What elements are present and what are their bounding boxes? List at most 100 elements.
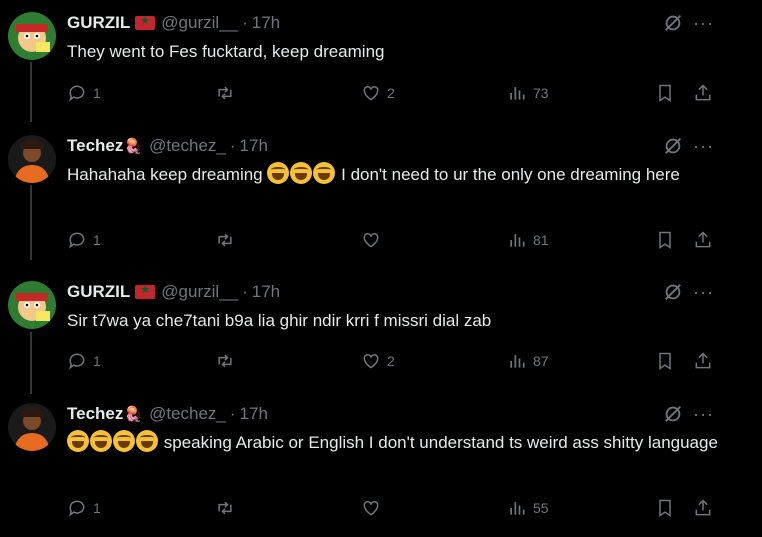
- share-button[interactable]: [693, 82, 713, 104]
- display-name[interactable]: Techez: [67, 136, 123, 156]
- handle[interactable]: @techez_: [149, 404, 226, 424]
- heart-icon: [363, 353, 379, 369]
- grok-icon[interactable]: [662, 135, 684, 157]
- grok-icon[interactable]: [662, 12, 684, 34]
- display-name[interactable]: Techez: [67, 404, 123, 424]
- avatar[interactable]: [8, 12, 56, 60]
- reply-count: 1: [93, 353, 101, 369]
- views-icon: [510, 87, 525, 100]
- share-icon: [695, 352, 711, 369]
- views-button[interactable]: 73: [507, 82, 549, 104]
- handle[interactable]: @techez_: [149, 136, 226, 156]
- timestamp[interactable]: 17h: [240, 136, 268, 156]
- timestamp[interactable]: 17h: [252, 282, 280, 302]
- tweet[interactable]: Techez 🪼 @techez_ · 17h ··· speaking Ara…: [0, 403, 762, 528]
- like-count: 2: [387, 353, 395, 369]
- views-icon: [510, 355, 525, 368]
- tweet-text-prefix: Hahahaha keep dreaming: [67, 165, 263, 184]
- share-button[interactable]: [693, 229, 713, 251]
- tweet-text: speaking Arabic or English I don't under…: [163, 433, 718, 452]
- reply-button[interactable]: 1: [67, 497, 101, 519]
- tweet[interactable]: GURZIL @gurzil__ · 17h ··· They went to …: [0, 12, 762, 112]
- reply-icon: [69, 85, 85, 102]
- like-button[interactable]: 2: [361, 82, 395, 104]
- reply-count: 1: [93, 500, 101, 516]
- heart-icon: [363, 232, 379, 248]
- laughing-emoji-icon: [290, 162, 313, 184]
- like-button[interactable]: [361, 497, 387, 519]
- tweet-text: I don't need to ur the only one dreaming…: [341, 165, 680, 184]
- avatar-cartoon-icon: [8, 12, 56, 60]
- avatar-footballer-icon: [8, 135, 56, 183]
- morocco-flag-icon: [135, 283, 156, 299]
- views-button[interactable]: 87: [507, 350, 549, 372]
- laughing-emoji-icon: [90, 430, 112, 452]
- separator-dot: ·: [242, 282, 248, 301]
- avatar-cartoon-icon: [8, 281, 56, 329]
- reply-count: 1: [93, 232, 101, 248]
- reply-icon: [69, 353, 85, 370]
- bookmark-button[interactable]: [655, 497, 675, 519]
- tweet-text: Sir t7wa ya che7tani b9a lia ghir ndir k…: [67, 311, 492, 330]
- bookmark-icon: [659, 352, 671, 370]
- morocco-flag-icon: [135, 14, 156, 30]
- more-options-icon[interactable]: ···: [693, 404, 714, 425]
- share-icon: [695, 499, 711, 516]
- bookmark-icon: [659, 499, 671, 517]
- tweet[interactable]: GURZIL @gurzil__ · 17h ··· Sir t7wa ya c…: [0, 281, 762, 381]
- like-button[interactable]: [361, 229, 387, 251]
- repost-icon: [218, 354, 232, 368]
- views-icon: [510, 502, 525, 515]
- repost-icon: [218, 233, 232, 247]
- reply-button[interactable]: 1: [67, 82, 101, 104]
- like-button[interactable]: 2: [361, 350, 395, 372]
- reply-button[interactable]: 1: [67, 350, 101, 372]
- share-icon: [695, 84, 711, 101]
- avatar[interactable]: [8, 403, 56, 451]
- more-options-icon[interactable]: ···: [693, 282, 714, 303]
- avatar[interactable]: [8, 281, 56, 329]
- repost-button[interactable]: [215, 229, 241, 251]
- views-button[interactable]: 55: [507, 497, 549, 519]
- repost-button[interactable]: [215, 497, 241, 519]
- jellyfish-icon: 🪼: [124, 138, 144, 155]
- timestamp[interactable]: 17h: [252, 13, 280, 33]
- repost-icon: [218, 86, 232, 100]
- handle[interactable]: @gurzil__: [161, 282, 238, 302]
- bookmark-button[interactable]: [655, 229, 675, 251]
- laughing-emoji-icon: [113, 430, 135, 452]
- reply-button[interactable]: 1: [67, 229, 101, 251]
- bookmark-button[interactable]: [655, 350, 675, 372]
- views-button[interactable]: 81: [507, 229, 549, 251]
- more-options-icon[interactable]: ···: [693, 13, 714, 34]
- repost-button[interactable]: [215, 82, 241, 104]
- views-icon: [510, 234, 525, 247]
- grok-icon[interactable]: [662, 281, 684, 303]
- separator-dot: ·: [229, 136, 236, 155]
- bookmark-button[interactable]: [655, 82, 675, 104]
- separator-dot: ·: [242, 13, 248, 32]
- separator-dot: ·: [229, 404, 236, 423]
- heart-icon: [363, 85, 379, 101]
- view-count: 81: [533, 232, 549, 248]
- display-name[interactable]: GURZIL: [67, 282, 130, 302]
- tweet-text-container: Hahahaha keep dreaming I don't need to u…: [67, 162, 727, 188]
- bookmark-icon: [659, 231, 671, 249]
- share-button[interactable]: [693, 497, 713, 519]
- timestamp[interactable]: 17h: [240, 404, 268, 424]
- laughing-emoji-icon: [67, 430, 89, 452]
- tweet-text: They went to Fes fucktard, keep dreaming: [67, 42, 385, 61]
- laughing-emoji-icon: [267, 162, 290, 184]
- grok-icon[interactable]: [662, 403, 684, 425]
- share-button[interactable]: [693, 350, 713, 372]
- reply-count: 1: [93, 85, 101, 101]
- reply-icon: [69, 232, 85, 249]
- handle[interactable]: @gurzil__: [161, 13, 238, 33]
- avatar[interactable]: [8, 135, 56, 183]
- more-options-icon[interactable]: ···: [693, 136, 714, 157]
- display-name[interactable]: GURZIL: [67, 13, 130, 33]
- tweet-text-container: speaking Arabic or English I don't under…: [67, 430, 727, 456]
- tweet[interactable]: Techez 🪼 @techez_ · 17h ··· Hahahaha kee…: [0, 135, 762, 255]
- reply-icon: [69, 500, 85, 517]
- repost-button[interactable]: [215, 350, 241, 372]
